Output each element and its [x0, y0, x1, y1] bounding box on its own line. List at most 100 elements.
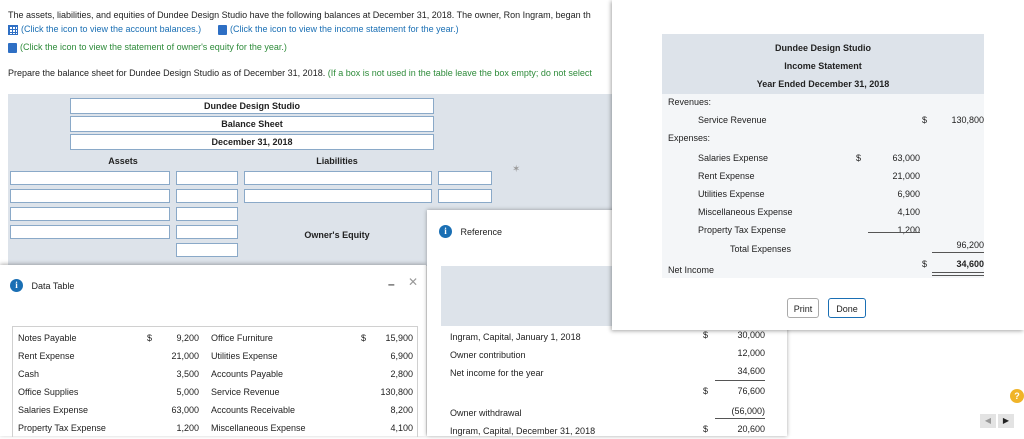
expense-value: 4,100	[897, 207, 920, 217]
cursor-sparkle-icon: ✶	[512, 164, 521, 175]
equity-underline	[715, 380, 765, 381]
table-row: Notes Payable $9,200 Office Furniture $15,9…	[13, 331, 417, 349]
equity-row-label: Owner withdrawal	[450, 408, 522, 418]
asset-amount-input[interactable]	[176, 207, 238, 221]
asset-label-input[interactable]	[10, 207, 170, 221]
asset-amount-input[interactable]	[176, 225, 238, 239]
equity-row-label: Owner contribution	[450, 350, 526, 360]
account-label: Salaries Expense	[18, 405, 89, 415]
income-statement-panel: Dundee Design Studio Income Statement Ye…	[612, 0, 1024, 330]
service-revenue-value: 130,800	[951, 115, 984, 125]
expense-label: Utilities Expense	[698, 189, 765, 199]
currency-symbol: $	[856, 153, 862, 163]
liability-total-input[interactable]	[438, 189, 492, 203]
asset-label-input[interactable]	[10, 171, 170, 185]
info-icon: i	[10, 279, 23, 292]
document-icon[interactable]	[8, 42, 17, 53]
prepare-instruction: Prepare the balance sheet for Dundee Des…	[8, 68, 592, 78]
document-icon[interactable]	[218, 24, 227, 35]
net-income-label: Net Income	[668, 265, 715, 275]
problem-intro: The assets, liabilities, and equities of…	[8, 10, 591, 20]
equity-row-label: Net income for the year	[450, 368, 544, 378]
liability-amount-input[interactable]	[438, 171, 492, 185]
account-label: Miscellaneous Expense	[211, 423, 306, 433]
asset-amount-input[interactable]	[176, 243, 238, 257]
total-underline	[932, 252, 984, 253]
account-label: Utilities Expense	[211, 351, 278, 361]
account-value: 5,000	[176, 387, 199, 397]
is-company: Dundee Design Studio	[774, 43, 871, 53]
account-label: Service Revenue	[211, 387, 280, 397]
account-label: Office Furniture	[211, 333, 273, 343]
account-value: 1,200	[176, 423, 199, 433]
owners-equity-link[interactable]: (Click the icon to view the statement of…	[8, 42, 287, 53]
equity-row-label: Ingram, Capital, January 1, 2018	[450, 332, 581, 342]
equity-underline	[715, 418, 765, 419]
expense-value: 6,900	[897, 189, 920, 199]
info-icon: i	[439, 225, 452, 238]
expense-label: Miscellaneous Expense	[698, 207, 793, 217]
expense-underline	[868, 232, 920, 233]
data-table-title: Data Table	[31, 280, 75, 291]
equity-row-value: 20,600	[737, 424, 765, 434]
account-label: Office Supplies	[18, 387, 79, 397]
expense-value: 21,000	[892, 171, 920, 181]
done-button[interactable]: Done	[828, 298, 866, 318]
help-icon[interactable]: ?	[1010, 389, 1024, 403]
spreadsheet-icon[interactable]	[8, 24, 18, 35]
expense-value: 63,000	[892, 153, 920, 163]
account-balances-link[interactable]: (Click the icon to view the account bala…	[8, 24, 201, 35]
asset-amount-input[interactable]	[176, 189, 238, 203]
minimize-button[interactable]: –	[388, 277, 395, 291]
net-income-double-underline	[932, 272, 984, 276]
expense-label: Property Tax Expense	[698, 225, 786, 235]
account-value: 63,000	[171, 405, 199, 415]
account-label: Rent Expense	[18, 351, 75, 361]
currency-symbol: $	[361, 333, 367, 343]
reference-header: i Reference	[439, 225, 502, 238]
income-statement-link[interactable]: (Click the icon to view the income state…	[218, 24, 459, 35]
equity-row-value: 76,600	[737, 386, 765, 396]
table-row: Property Tax Expense 1,200 Miscellaneous E…	[13, 421, 417, 439]
bs-title-field[interactable]: Balance Sheet	[70, 116, 434, 132]
is-title: Income Statement	[784, 61, 862, 71]
account-value: 15,900	[385, 333, 413, 343]
account-value: 6,900	[390, 351, 413, 361]
print-button[interactable]: Print	[787, 298, 819, 318]
account-label: Accounts Payable	[211, 369, 284, 379]
account-label: Cash	[18, 369, 40, 379]
equity-row-value: 30,000	[737, 330, 765, 340]
account-label: Notes Payable	[18, 333, 77, 343]
account-value: 21,000	[171, 351, 199, 361]
liability-label-input[interactable]	[244, 171, 432, 185]
liability-label-input[interactable]	[244, 189, 432, 203]
bs-company-field[interactable]: Dundee Design Studio	[70, 98, 434, 114]
table-row: Salaries Expense 63,000 Accounts Receivabl…	[13, 403, 417, 421]
close-icon[interactable]: ✕	[408, 275, 418, 289]
expense-label: Salaries Expense	[698, 153, 769, 163]
account-value: 9,200	[176, 333, 199, 343]
equity-row-label: Ingram, Capital, December 31, 2018	[450, 426, 596, 436]
equity-row-value: (56,000)	[731, 406, 765, 416]
nav-next-button[interactable]: ▶	[998, 414, 1014, 428]
account-value: 130,800	[380, 387, 413, 397]
is-period: Year Ended December 31, 2018	[756, 79, 890, 89]
bs-date-field[interactable]: December 31, 2018	[70, 134, 434, 150]
account-value: 4,100	[390, 423, 413, 433]
asset-label-input[interactable]	[10, 189, 170, 203]
liabilities-header: Liabilities	[316, 156, 358, 166]
data-table: Notes Payable $9,200 Office Furniture $15,9…	[12, 326, 418, 437]
total-expenses-value: 96,200	[956, 240, 984, 250]
table-row: Cash 3,500 Accounts Payable 2,800	[13, 367, 417, 385]
net-income-value: 34,600	[956, 259, 984, 269]
asset-amount-input[interactable]	[176, 171, 238, 185]
asset-label-input[interactable]	[10, 225, 170, 239]
assets-header: Assets	[108, 156, 138, 166]
currency-symbol: $	[703, 424, 709, 434]
data-table-panel: i Data Table – ✕ Notes Payable $9,200 Offi…	[0, 265, 426, 437]
currency-symbol: $	[703, 330, 709, 340]
nav-prev-button[interactable]: ◀	[980, 414, 996, 428]
owners-equity-header: Owner's Equity	[304, 230, 370, 240]
account-label: Property Tax Expense	[18, 423, 106, 433]
equity-row-value: 34,600	[737, 366, 765, 376]
